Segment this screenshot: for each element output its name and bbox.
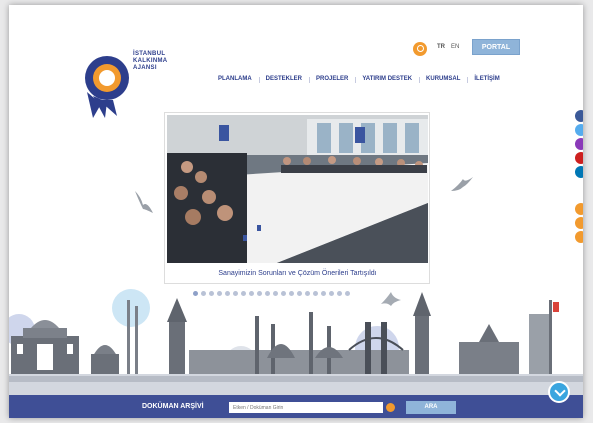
logo-text: İSTANBUL KALKINMA AJANSI bbox=[133, 51, 177, 72]
logo-line: KALKINMA bbox=[133, 58, 168, 64]
archive-search-input[interactable] bbox=[229, 402, 383, 413]
twitter-icon[interactable] bbox=[575, 124, 583, 136]
nav-item-planlama[interactable]: PLANLAMA bbox=[211, 76, 259, 82]
archive-filter-icon[interactable] bbox=[386, 403, 395, 412]
facebook-icon[interactable] bbox=[575, 110, 583, 122]
scroll-down-icon[interactable] bbox=[548, 381, 570, 403]
nav-item-kurumsal[interactable]: KURUMSAL bbox=[419, 76, 467, 83]
lang-en-link[interactable]: EN bbox=[451, 44, 459, 50]
main-nav: PLANLAMA DESTEKLER PROJELER YATIRIM DEST… bbox=[211, 76, 507, 83]
seagull-illustration bbox=[135, 191, 153, 213]
portal-button[interactable]: PORTAL bbox=[472, 39, 520, 55]
archive-label: DOKÜMAN ARŞİVİ bbox=[142, 403, 204, 410]
nav-item-yatirim-destek[interactable]: YATIRIM DESTEK bbox=[355, 76, 419, 83]
linkedin-icon[interactable] bbox=[575, 166, 583, 178]
nav-item-destekler[interactable]: DESTEKLER bbox=[258, 76, 309, 83]
logo-line: İSTANBUL bbox=[133, 51, 166, 57]
lang-tr-link[interactable]: TR bbox=[437, 44, 445, 50]
browser-page: İSTANBUL KALKINMA AJANSI TR EN PORTAL PL… bbox=[9, 5, 583, 418]
logo-line: AJANSI bbox=[133, 65, 157, 71]
seagull-illustration bbox=[451, 177, 473, 191]
youtube-icon[interactable] bbox=[575, 152, 583, 164]
search-icon[interactable] bbox=[413, 42, 427, 56]
nav-item-iletisim[interactable]: İLETİŞİM bbox=[467, 76, 506, 83]
istanbul-skyline-illustration bbox=[9, 289, 583, 395]
instagram-icon[interactable] bbox=[575, 138, 583, 150]
archive-search-button[interactable]: ARA bbox=[406, 401, 456, 414]
rss-icon[interactable] bbox=[575, 203, 583, 215]
nav-item-projeler[interactable]: PROJELER bbox=[309, 76, 355, 83]
mail-icon[interactable] bbox=[575, 217, 583, 229]
